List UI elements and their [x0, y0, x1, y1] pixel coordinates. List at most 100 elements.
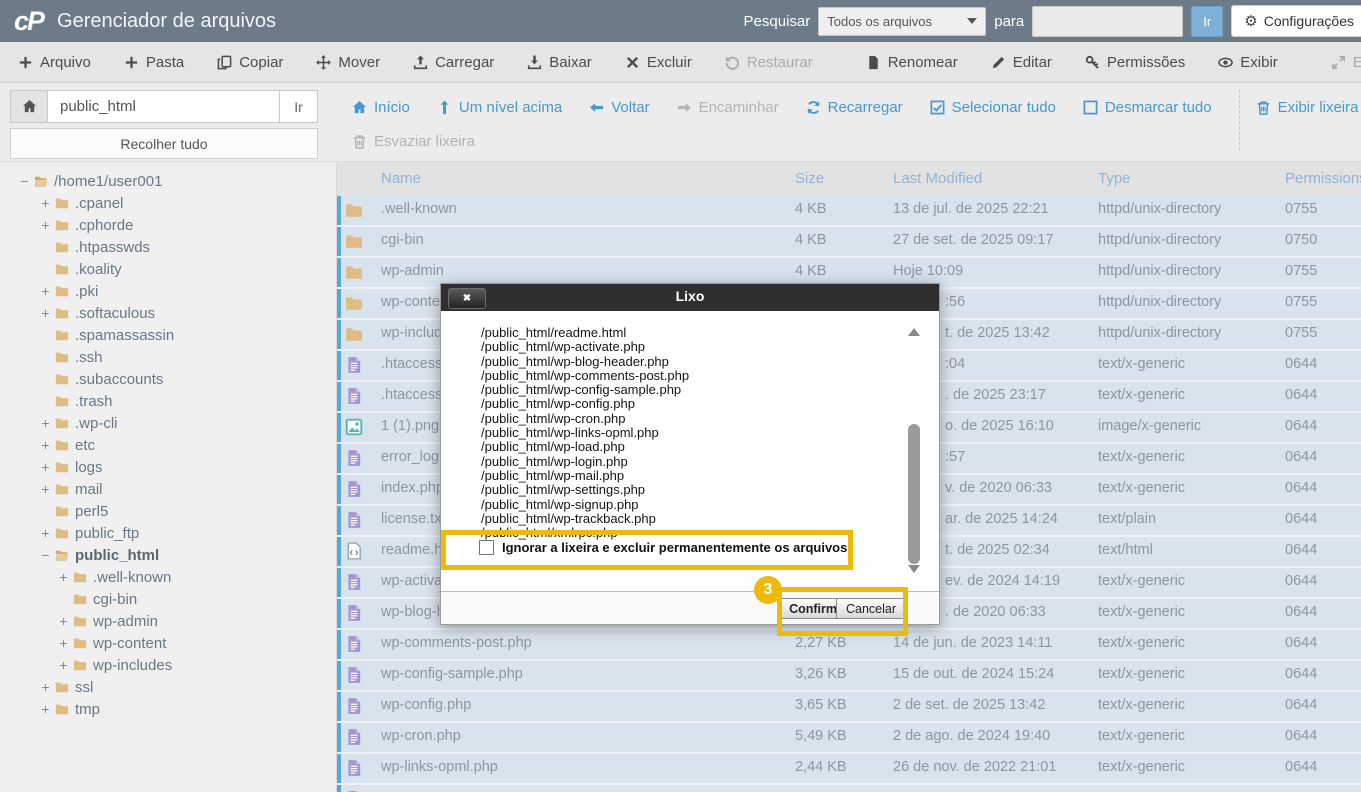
column-type[interactable]: Type	[1098, 170, 1131, 187]
expand-icon[interactable]: +	[57, 635, 70, 651]
nav-link-desmarcar-tudo[interactable]: Desmarcar tudo	[1083, 99, 1212, 116]
expand-icon[interactable]: +	[39, 701, 52, 717]
search-go-button[interactable]: Ir	[1191, 6, 1223, 37]
toolbar-item-pasta[interactable]: Pasta	[124, 54, 184, 71]
toolbar-item-arquivo[interactable]: Arquivo	[18, 54, 91, 71]
tree-item-public-ftp[interactable]: +public_ftp	[0, 522, 336, 544]
path-input[interactable]	[48, 90, 280, 123]
settings-button[interactable]: ⚙ Configurações	[1231, 5, 1361, 37]
row-selected-bar	[337, 537, 341, 566]
tree-item-wp-includes[interactable]: +wp-includes	[0, 654, 336, 676]
tree-item-spamassassin[interactable]: .spamassassin	[0, 324, 336, 346]
folder-icon	[54, 702, 70, 716]
search-scope-select[interactable]: Todos os arquivos	[818, 7, 986, 36]
expand-icon[interactable]: +	[39, 679, 52, 695]
directory-tree: −/home1/user001+.cpanel+.cphorde.htpassw…	[0, 170, 336, 720]
scroll-down-icon[interactable]	[908, 565, 920, 573]
collapse-icon[interactable]: −	[39, 547, 52, 563]
table-row-wp-comments-postphp[interactable]: wp-comments-post.php2,27 KB14 de jun. de…	[337, 630, 1361, 661]
directory-tree-panel: −/home1/user001+.cpanel+.cphorde.htpassw…	[0, 162, 337, 792]
tree-item-home1user001[interactable]: −/home1/user001	[0, 170, 336, 192]
tree-item-subaccounts[interactable]: .subaccounts	[0, 368, 336, 390]
expand-icon[interactable]: +	[39, 415, 52, 431]
table-row[interactable]	[337, 785, 1361, 792]
expand-icon[interactable]: +	[39, 283, 52, 299]
toolbar-item-carregar[interactable]: Carregar	[413, 54, 494, 71]
table-row-well-known[interactable]: .well-known4 KB13 de jul. de 2025 22:21h…	[337, 196, 1361, 227]
expand-icon[interactable]: +	[39, 437, 52, 453]
tree-item-cphorde[interactable]: +.cphorde	[0, 214, 336, 236]
tree-item-koality[interactable]: .koality	[0, 258, 336, 280]
nav-link-um-nivel-acima[interactable]: Um nível acima	[437, 99, 562, 116]
nav-link-selecionar-tudo[interactable]: Selecionar tudo	[930, 99, 1056, 116]
tree-item-perl5[interactable]: perl5	[0, 500, 336, 522]
modal-scrollbar[interactable]	[906, 328, 922, 573]
search-connector-label: para	[994, 13, 1024, 30]
table-row-wp-config-samplephp[interactable]: wp-config-sample.php3,26 KB15 de out. de…	[337, 661, 1361, 692]
cell-last-modified: o. de 2025 16:10	[945, 418, 1054, 434]
nav-link-inicio[interactable]: Início	[352, 99, 410, 116]
tree-item-softaculous[interactable]: +.softaculous	[0, 302, 336, 324]
cancel-button[interactable]: Cancelar	[836, 598, 906, 619]
path-home-button[interactable]	[10, 90, 48, 123]
column-size[interactable]: Size	[795, 170, 824, 187]
cell-size: 3,26 KB	[795, 666, 847, 682]
expand-icon[interactable]: +	[39, 459, 52, 475]
table-row-wp-cronphp[interactable]: wp-cron.php5,49 KB2 de ago. de 2024 19:4…	[337, 723, 1361, 754]
table-row-wp-links-opmlphp[interactable]: wp-links-opml.php2,44 KB26 de nov. de 20…	[337, 754, 1361, 785]
expand-icon[interactable]: +	[39, 305, 52, 321]
skip-trash-label: Ignorar a lixeira e excluir permanenteme…	[502, 540, 847, 555]
toolbar-item-permissoes[interactable]: Permissões	[1085, 54, 1185, 71]
tree-item-ssh[interactable]: .ssh	[0, 346, 336, 368]
table-row-cgi-bin[interactable]: cgi-bin4 KB27 de set. de 2025 09:17httpd…	[337, 227, 1361, 258]
tree-item-wp-content[interactable]: +wp-content	[0, 632, 336, 654]
nav-link-exibir-lixeira[interactable]: Exibir lixeira	[1256, 99, 1359, 116]
skip-trash-checkbox[interactable]	[479, 540, 494, 555]
nav-link-voltar[interactable]: Voltar	[589, 99, 649, 116]
scroll-up-icon[interactable]	[908, 328, 920, 336]
tree-item-etc[interactable]: +etc	[0, 434, 336, 456]
toolbar-item-renomear[interactable]: Renomear	[866, 54, 958, 71]
toolbar-item-copiar[interactable]: Copiar	[217, 54, 283, 71]
tree-item-well-known[interactable]: +.well-known	[0, 566, 336, 588]
column-permissions[interactable]: Permissions	[1285, 170, 1361, 187]
tree-item-logs[interactable]: +logs	[0, 456, 336, 478]
toolbar-item-baixar[interactable]: Baixar	[527, 54, 592, 71]
tree-item-wp-cli[interactable]: +.wp-cli	[0, 412, 336, 434]
tree-item-pki[interactable]: +.pki	[0, 280, 336, 302]
tree-item-wp-admin[interactable]: +wp-admin	[0, 610, 336, 632]
column-name[interactable]: Name	[381, 170, 421, 187]
tree-item-trash[interactable]: .trash	[0, 390, 336, 412]
expand-icon[interactable]: +	[57, 569, 70, 585]
table-row-wp-configphp[interactable]: wp-config.php3,65 KB2 de set. de 2025 13…	[337, 692, 1361, 723]
file-text-icon	[345, 604, 363, 622]
folder-open-icon	[54, 548, 70, 562]
cell-permissions: 0644	[1285, 387, 1317, 403]
path-go-button[interactable]: Ir	[280, 90, 318, 123]
scrollbar-thumb[interactable]	[908, 424, 920, 564]
tree-item-cpanel[interactable]: +.cpanel	[0, 192, 336, 214]
search-input[interactable]	[1032, 6, 1183, 37]
column-last-modified[interactable]: Last Modified	[893, 170, 982, 187]
tree-item-tmp[interactable]: +tmp	[0, 698, 336, 720]
toolbar-item-exibir[interactable]: Exibir	[1218, 54, 1278, 71]
nav-link-label: Início	[374, 99, 410, 116]
expand-icon[interactable]: +	[39, 217, 52, 233]
toolbar-item-mover[interactable]: Mover	[316, 54, 380, 71]
expand-icon[interactable]: +	[39, 195, 52, 211]
tree-item-ssl[interactable]: +ssl	[0, 676, 336, 698]
tree-item-cgi-bin[interactable]: cgi-bin	[0, 588, 336, 610]
collapse-all-button[interactable]: Recolher tudo	[10, 128, 318, 159]
tree-item-mail[interactable]: +mail	[0, 478, 336, 500]
close-icon[interactable]: ✖	[448, 288, 486, 309]
toolbar-item-editar[interactable]: Editar	[991, 54, 1052, 71]
expand-icon[interactable]: +	[39, 525, 52, 541]
expand-icon[interactable]: +	[57, 657, 70, 673]
expand-icon[interactable]: +	[57, 613, 70, 629]
toolbar-item-excluir[interactable]: Excluir	[625, 54, 692, 71]
collapse-icon[interactable]: −	[18, 173, 31, 189]
tree-item-htpasswds[interactable]: .htpasswds	[0, 236, 336, 258]
nav-link-recarregar[interactable]: Recarregar	[806, 99, 903, 116]
tree-item-public-html[interactable]: −public_html	[0, 544, 336, 566]
expand-icon[interactable]: +	[39, 481, 52, 497]
